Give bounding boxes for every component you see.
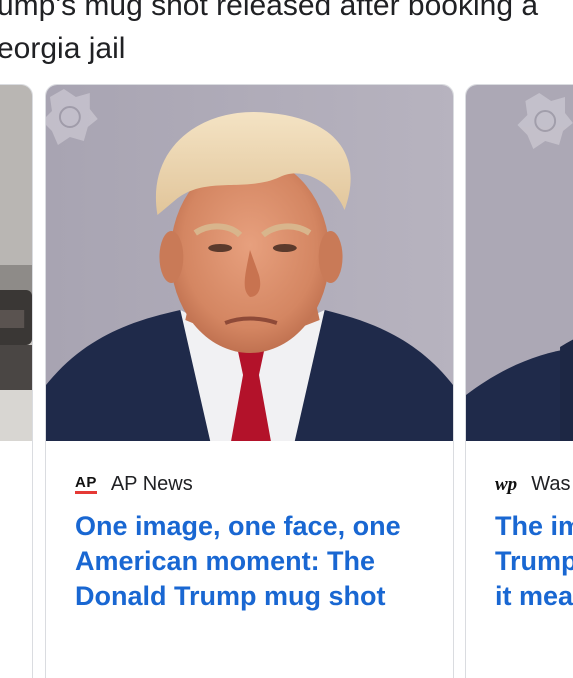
- headline-line-1[interactable]: ump's mug shot released after booking a: [0, 0, 573, 27]
- news-card-next[interactable]: wp Was The im Trump it mea: [465, 84, 573, 678]
- card-source[interactable]: AP AP News: [75, 473, 193, 496]
- source-name[interactable]: Was: [531, 473, 570, 496]
- ap-news-logo-icon: AP: [75, 475, 97, 494]
- card-title-line[interactable]: it mea: [495, 579, 573, 614]
- washington-post-logo-icon: wp: [495, 473, 518, 495]
- card-thumbnail[interactable]: [0, 85, 32, 441]
- card-thumbnail[interactable]: [466, 85, 573, 441]
- news-card-previous[interactable]: [0, 84, 33, 678]
- source-name[interactable]: AP News: [111, 473, 193, 496]
- top-stories-carousel: ump's mug shot released after booking a …: [0, 0, 573, 678]
- card-title-line[interactable]: The im: [495, 509, 573, 544]
- mugshot-image: [466, 85, 573, 441]
- card-title-link[interactable]: One image, one face, one American moment…: [75, 509, 445, 614]
- news-card[interactable]: AP AP News One image, one face, one Amer…: [45, 84, 454, 678]
- card-title-line[interactable]: American moment: The: [75, 544, 445, 579]
- headline-line-2[interactable]: eorgia jail: [0, 27, 573, 70]
- card-title-link[interactable]: The im Trump it mea: [495, 509, 573, 614]
- card-thumbnail[interactable]: [46, 85, 453, 441]
- card-source[interactable]: wp Was: [495, 473, 570, 496]
- story-headline[interactable]: ump's mug shot released after booking a …: [0, 0, 573, 70]
- mugshot-image: [46, 85, 453, 441]
- card-title-line[interactable]: Trump: [495, 544, 573, 579]
- card-title-line[interactable]: One image, one face, one: [75, 509, 445, 544]
- thumbnail-image: [0, 85, 32, 441]
- card-title-line[interactable]: Donald Trump mug shot: [75, 579, 445, 614]
